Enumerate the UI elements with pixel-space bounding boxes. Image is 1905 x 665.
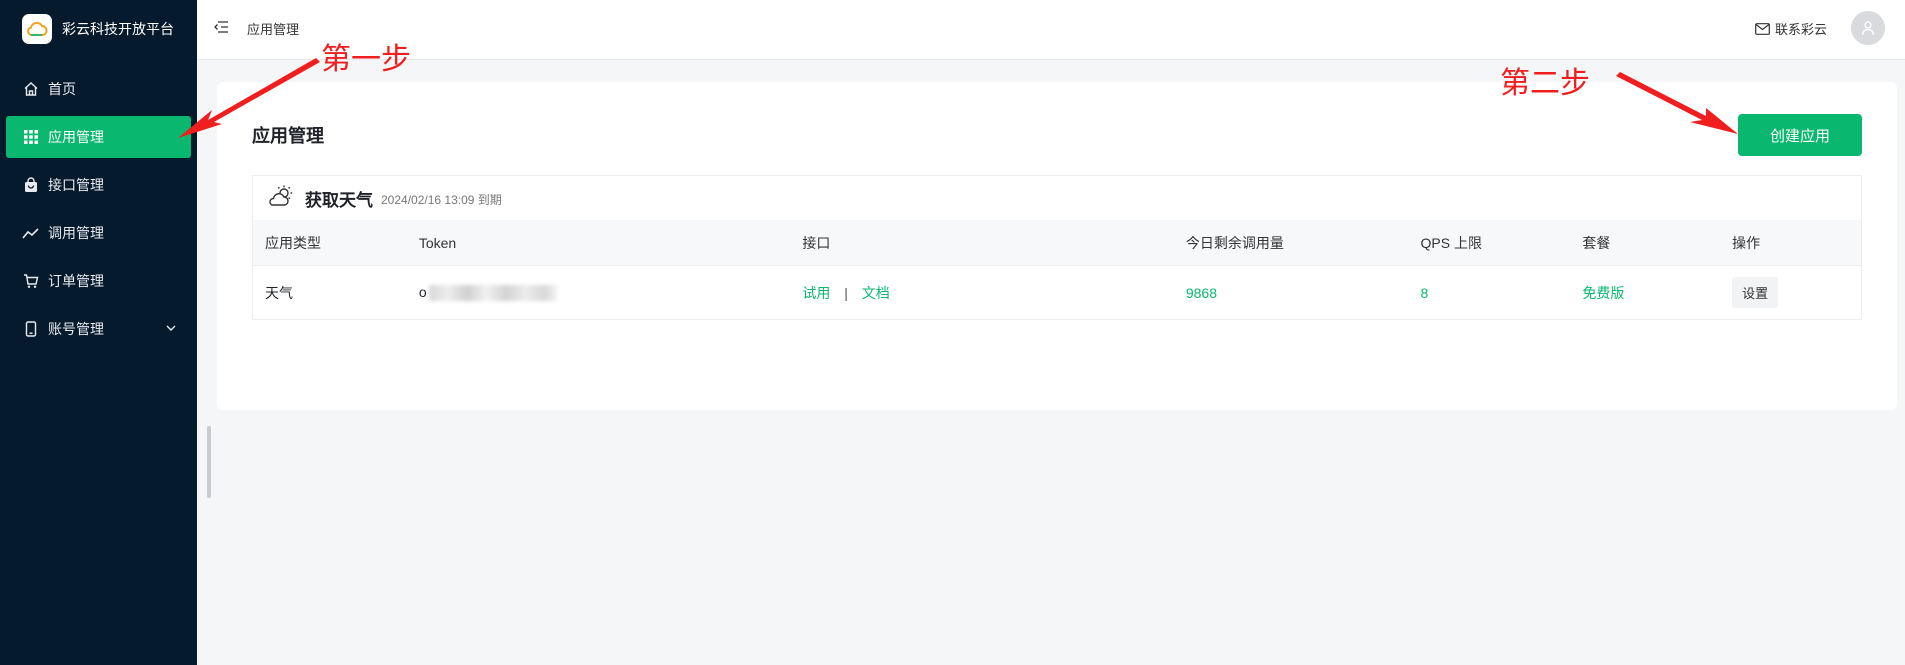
brand-name: 彩云科技开放平台 [62, 21, 174, 37]
column-header: 操作 [1732, 234, 1761, 251]
weather-icon [267, 184, 295, 213]
app-type-cell: 天气 [265, 284, 293, 301]
column-header: 应用类型 [265, 234, 321, 251]
sidebar-nav: 首页 应用管理 接口管理 调用管理 订单管理 账号管理 [0, 68, 197, 350]
app-panel: 获取天气 2024/02/16 13:09 到期 应用类型 Token 接口 今… [252, 175, 1862, 320]
sidebar-item-account-management[interactable]: 账号管理 [6, 308, 191, 350]
create-app-button[interactable]: 创建应用 [1738, 114, 1862, 156]
user-icon [1861, 21, 1875, 36]
remaining-calls: 9868 [1185, 284, 1217, 301]
top-header: 应用管理 联系彩云 [197, 0, 1905, 60]
sidebar-item-label: 账号管理 [48, 321, 104, 337]
docs-link[interactable]: 文档 [862, 285, 890, 301]
contact-label: 联系彩云 [1774, 22, 1827, 37]
sidebar-item-label: 接口管理 [48, 177, 104, 193]
link-separator: | [844, 284, 848, 301]
action-cell: 设置 [1720, 277, 1861, 308]
bag-icon [22, 176, 40, 194]
column-header: Token [418, 234, 457, 251]
column-header: 套餐 [1582, 234, 1611, 251]
cloud-logo-icon [22, 14, 52, 44]
column-header: 接口 [802, 234, 831, 251]
sidebar: 彩云科技开放平台 首页 应用管理 接口管理 调用管理 订单管理 账号管理 [0, 0, 197, 665]
cart-icon [22, 272, 40, 290]
sidebar-item-label: 调用管理 [48, 225, 104, 241]
app-header: 获取天气 2024/02/16 13:09 到期 [253, 176, 1861, 220]
try-link[interactable]: 试用 [802, 285, 830, 301]
step-two-annotation: 第二步 [1500, 66, 1590, 101]
phone-icon [22, 320, 40, 338]
breadcrumb: 应用管理 [247, 22, 300, 37]
sidebar-item-app-management[interactable]: 应用管理 [6, 116, 191, 158]
step-one-annotation: 第一步 [321, 42, 411, 77]
qps-limit: 8 [1420, 284, 1429, 301]
token-prefix: o [418, 283, 427, 300]
main-card: 应用管理 创建应用 获取天气 2024/02/16 13:09 到期 应用类型 … [217, 82, 1897, 410]
column-header: QPS 上限 [1420, 234, 1483, 251]
sidebar-item-home[interactable]: 首页 [6, 68, 191, 110]
token-cell[interactable]: o [407, 283, 791, 302]
table-header: 应用类型 Token 接口 今日剩余调用量 QPS 上限 套餐 操作 [253, 220, 1861, 265]
app-name: 获取天气 [305, 190, 373, 210]
token-redacted [428, 285, 557, 302]
trend-icon [22, 224, 40, 242]
grid-icon [22, 128, 40, 146]
avatar[interactable] [1851, 11, 1885, 45]
home-icon [22, 80, 40, 98]
sidebar-item-order-management[interactable]: 订单管理 [6, 260, 191, 302]
sidebar-item-label: 订单管理 [48, 273, 104, 289]
mail-icon [1755, 22, 1770, 35]
contact-link[interactable]: 联系彩云 [1755, 19, 1827, 38]
sidebar-item-call-management[interactable]: 调用管理 [6, 212, 191, 254]
sidebar-item-api-management[interactable]: 接口管理 [6, 164, 191, 206]
sidebar-item-label: 首页 [48, 81, 76, 97]
expire-date: 2024/02/16 13:09 到期 [381, 193, 502, 207]
scrollbar[interactable] [207, 426, 211, 498]
table-row: 天气 o 试用 | 文档 9868 8 免费版 设置 [253, 265, 1861, 319]
page-title: 应用管理 [252, 126, 324, 146]
sidebar-item-label: 应用管理 [48, 129, 104, 145]
column-header: 今日剩余调用量 [1185, 234, 1284, 251]
plan-name: 免费版 [1582, 284, 1625, 301]
menu-fold-icon[interactable] [213, 19, 229, 40]
api-links-cell: 试用 | 文档 [790, 283, 1174, 303]
chevron-down-icon [165, 321, 177, 337]
settings-button[interactable]: 设置 [1732, 277, 1779, 308]
brand[interactable]: 彩云科技开放平台 [0, 0, 197, 58]
